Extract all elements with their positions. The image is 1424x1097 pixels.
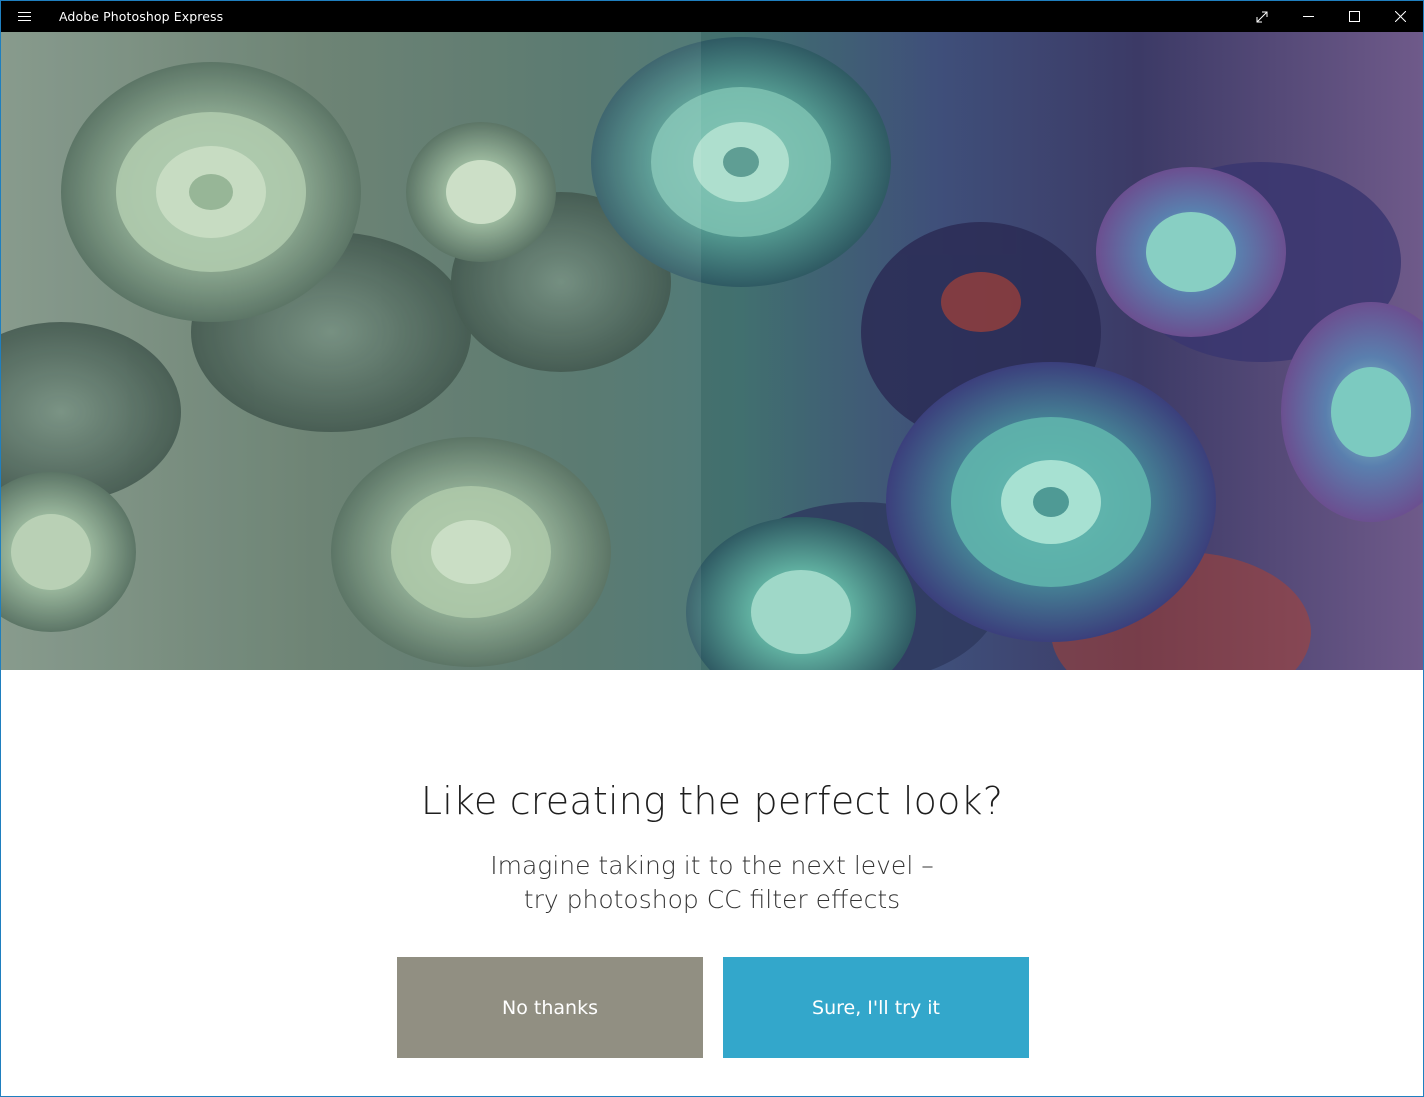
minimize-icon[interactable] xyxy=(1285,1,1331,32)
app-window: Adobe Photoshop Express Like creating th… xyxy=(0,0,1424,1097)
window-controls xyxy=(1239,1,1423,32)
no-thanks-label: No thanks xyxy=(502,996,598,1019)
succulent-hero-image xyxy=(1,32,1423,670)
close-icon[interactable] xyxy=(1377,1,1423,32)
prompt-subline-1: Imagine taking it to the next level – xyxy=(490,851,934,880)
prompt-subline-2: try photoshop CC filter effects xyxy=(523,885,901,914)
app-title: Adobe Photoshop Express xyxy=(59,9,224,24)
try-it-label: Sure, I'll try it xyxy=(812,996,940,1019)
prompt-headline: Like creating the perfect look? xyxy=(420,779,1004,823)
no-thanks-button[interactable]: No thanks xyxy=(397,957,703,1058)
expand-icon[interactable] xyxy=(1239,1,1285,32)
try-it-button[interactable]: Sure, I'll try it xyxy=(723,957,1029,1058)
hamburger-menu-icon[interactable] xyxy=(7,1,41,32)
maximize-icon[interactable] xyxy=(1331,1,1377,32)
title-bar: Adobe Photoshop Express xyxy=(1,1,1423,32)
